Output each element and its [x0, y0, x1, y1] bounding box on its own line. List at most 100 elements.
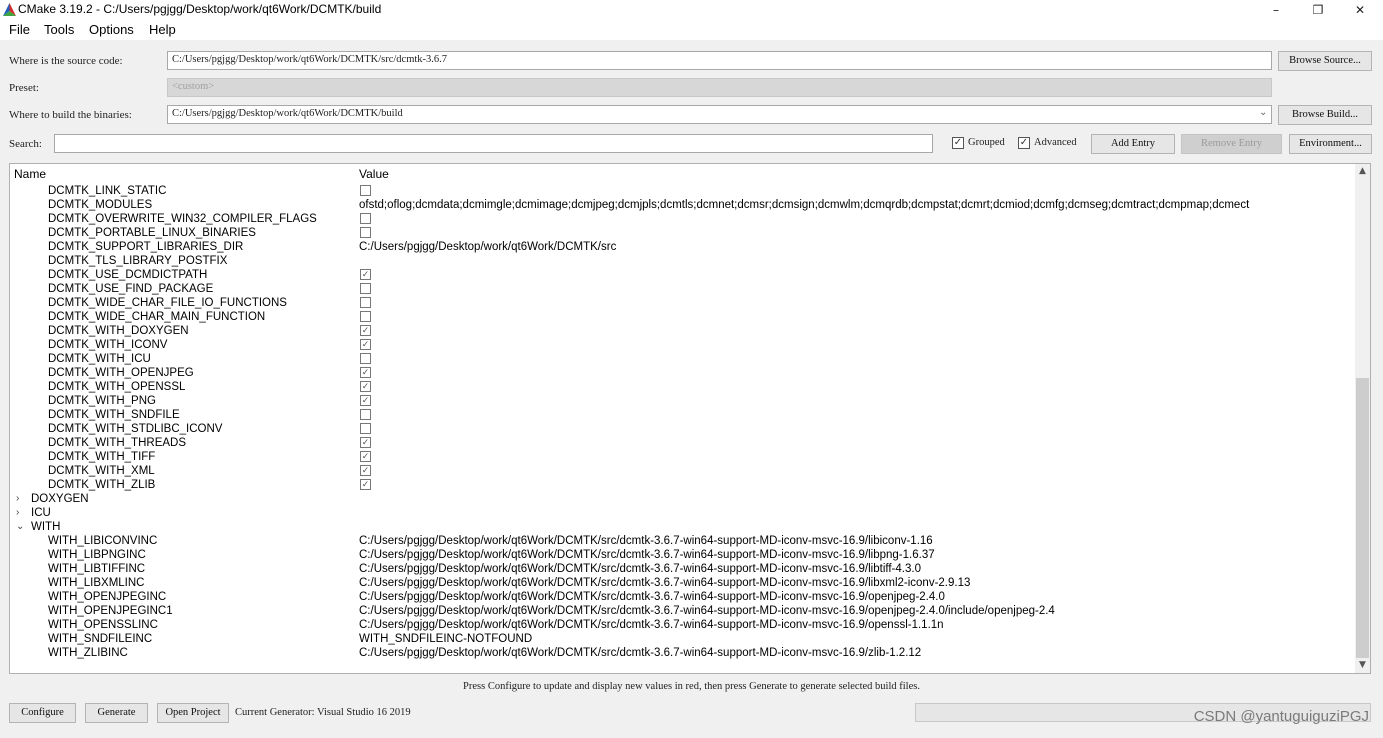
tree-row[interactable]: DCMTK_LINK_STATIC — [10, 184, 1356, 198]
menu-file[interactable]: File — [9, 22, 30, 37]
restore-button[interactable]: ❐ — [1298, 0, 1338, 20]
entry-checkbox[interactable] — [360, 283, 371, 294]
entry-value[interactable]: C:/Users/pgjgg/Desktop/work/qt6Work/DCMT… — [359, 562, 921, 576]
browse-source-button[interactable]: Browse Source... — [1278, 51, 1372, 71]
minimize-button[interactable]: – — [1256, 0, 1296, 20]
entry-value[interactable]: C:/Users/pgjgg/Desktop/work/qt6Work/DCMT… — [359, 548, 935, 562]
tree-group-row[interactable]: › ICU — [10, 506, 1356, 520]
tree-row[interactable]: DCMTK_MODULES ofstd;oflog;dcmdata;dcmimgl… — [10, 198, 1356, 212]
configure-button[interactable]: Configure — [9, 703, 76, 723]
tree-row[interactable]: WITH_OPENSSLINC C:/Users/pgjgg/Desktop/wo… — [10, 618, 1356, 632]
entry-value[interactable]: WITH_SNDFILEINC-NOTFOUND — [359, 632, 532, 646]
entry-checkbox[interactable]: ✓ — [360, 395, 371, 406]
entry-checkbox[interactable]: ✓ — [360, 437, 371, 448]
entry-checkbox[interactable] — [360, 227, 371, 238]
tree-row[interactable]: WITH_LIBICONVINC C:/Users/pgjgg/Desktop/w… — [10, 534, 1356, 548]
entry-name: DCMTK_WITH_OPENSSL — [48, 381, 186, 393]
entry-checkbox[interactable]: ✓ — [360, 381, 371, 392]
tree-row[interactable]: WITH_SNDFILEINC WITH_SNDFILEINC-NOTFOUND — [10, 632, 1356, 646]
entry-value[interactable]: C:/Users/pgjgg/Desktop/work/qt6Work/DCMT… — [359, 240, 616, 254]
tree-row[interactable]: DCMTK_WITH_DOXYGEN ✓ — [10, 324, 1356, 338]
entry-checkbox[interactable]: ✓ — [360, 325, 371, 336]
tree-row[interactable]: DCMTK_WITH_ICU — [10, 352, 1356, 366]
tree-row[interactable]: DCMTK_WIDE_CHAR_FILE_IO_FUNCTIONS — [10, 296, 1356, 310]
tree-row[interactable]: WITH_OPENJPEGINC1 C:/Users/pgjgg/Desktop/… — [10, 604, 1356, 618]
tree-row[interactable]: WITH_OPENJPEGINC C:/Users/pgjgg/Desktop/w… — [10, 590, 1356, 604]
tree-row[interactable]: DCMTK_WITH_SNDFILE — [10, 408, 1356, 422]
remove-entry-button[interactable]: Remove Entry — [1181, 134, 1282, 154]
tree-row[interactable]: WITH_LIBTIFFINC C:/Users/pgjgg/Desktop/wo… — [10, 562, 1356, 576]
entry-checkbox[interactable] — [360, 353, 371, 364]
preset-select[interactable]: <custom> — [167, 78, 1272, 97]
tree-row[interactable]: DCMTK_WITH_ZLIB ✓ — [10, 478, 1356, 492]
column-value-header[interactable]: Value — [359, 167, 389, 181]
tree-row[interactable]: DCMTK_PORTABLE_LINUX_BINARIES — [10, 226, 1356, 240]
scroll-down-icon[interactable]: ▼ — [1355, 658, 1370, 673]
entry-checkbox[interactable]: ✓ — [360, 339, 371, 350]
browse-build-button[interactable]: Browse Build... — [1278, 105, 1372, 125]
source-path-input[interactable]: C:/Users/pgjgg/Desktop/work/qt6Work/DCMT… — [167, 51, 1272, 70]
entry-name: ICU — [31, 507, 51, 519]
tree-row[interactable]: WITH_LIBXMLINC C:/Users/pgjgg/Desktop/wor… — [10, 576, 1356, 590]
tree-row[interactable]: DCMTK_WITH_OPENJPEG ✓ — [10, 366, 1356, 380]
build-label: Where to build the binaries: — [9, 109, 132, 121]
scroll-thumb[interactable] — [1356, 378, 1369, 658]
entry-checkbox[interactable] — [360, 311, 371, 322]
column-name-header[interactable]: Name — [14, 167, 46, 181]
close-button[interactable]: ✕ — [1340, 0, 1380, 20]
tree-row[interactable]: DCMTK_WITH_THREADS ✓ — [10, 436, 1356, 450]
grouped-checkbox[interactable]: ✓ — [952, 137, 964, 149]
vertical-scrollbar[interactable]: ▲ ▼ — [1355, 164, 1370, 673]
open-project-button[interactable]: Open Project — [157, 703, 229, 723]
entry-value[interactable]: C:/Users/pgjgg/Desktop/work/qt6Work/DCMT… — [359, 646, 921, 660]
entry-value[interactable]: C:/Users/pgjgg/Desktop/work/qt6Work/DCMT… — [359, 590, 945, 604]
tree-row[interactable]: WITH_ZLIBINC C:/Users/pgjgg/Desktop/work/… — [10, 646, 1356, 660]
tree-header: Name Value — [10, 164, 1356, 184]
tree-row[interactable]: DCMTK_WITH_OPENSSL ✓ — [10, 380, 1356, 394]
entry-checkbox[interactable] — [360, 423, 371, 434]
entry-value[interactable]: C:/Users/pgjgg/Desktop/work/qt6Work/DCMT… — [359, 534, 933, 548]
advanced-checkbox[interactable]: ✓ — [1018, 137, 1030, 149]
environment-button[interactable]: Environment... — [1289, 134, 1372, 154]
tree-row[interactable]: DCMTK_WITH_ICONV ✓ — [10, 338, 1356, 352]
build-path-input[interactable]: C:/Users/pgjgg/Desktop/work/qt6Work/DCMT… — [167, 105, 1272, 124]
tree-row[interactable]: DCMTK_SUPPORT_LIBRARIES_DIR C:/Users/pgjg… — [10, 240, 1356, 254]
tree-row[interactable]: DCMTK_WITH_TIFF ✓ — [10, 450, 1356, 464]
tree-row[interactable]: DCMTK_TLS_LIBRARY_POSTFIX — [10, 254, 1356, 268]
entry-checkbox[interactable]: ✓ — [360, 465, 371, 476]
tree-row[interactable]: DCMTK_USE_DCMDICTPATH ✓ — [10, 268, 1356, 282]
menu-help[interactable]: Help — [149, 22, 176, 37]
search-input[interactable] — [54, 134, 933, 153]
entry-checkbox[interactable]: ✓ — [360, 367, 371, 378]
cache-tree[interactable]: Name Value DCMTK_LINK_STATIC DCMTK_MODULE… — [9, 163, 1371, 674]
tree-row[interactable]: DCMTK_WIDE_CHAR_MAIN_FUNCTION — [10, 310, 1356, 324]
tree-group-row[interactable]: › DOXYGEN — [10, 492, 1356, 506]
entry-checkbox[interactable] — [360, 213, 371, 224]
entry-checkbox[interactable]: ✓ — [360, 269, 371, 280]
tree-row[interactable]: DCMTK_WITH_XML ✓ — [10, 464, 1356, 478]
build-dropdown-icon[interactable]: ⌄ — [1259, 107, 1267, 118]
menu-tools[interactable]: Tools — [44, 22, 74, 37]
tree-row[interactable]: DCMTK_WITH_STDLIBC_ICONV — [10, 422, 1356, 436]
menu-options[interactable]: Options — [89, 22, 134, 37]
scroll-up-icon[interactable]: ▲ — [1355, 164, 1370, 179]
tree-row[interactable]: DCMTK_OVERWRITE_WIN32_COMPILER_FLAGS — [10, 212, 1356, 226]
add-entry-button[interactable]: Add Entry — [1091, 134, 1175, 154]
entry-value[interactable]: ofstd;oflog;dcmdata;dcmimgle;dcmimage;dc… — [359, 198, 1249, 212]
entry-checkbox[interactable] — [360, 297, 371, 308]
entry-checkbox[interactable] — [360, 185, 371, 196]
tree-row[interactable]: DCMTK_WITH_PNG ✓ — [10, 394, 1356, 408]
entry-value[interactable]: C:/Users/pgjgg/Desktop/work/qt6Work/DCMT… — [359, 604, 1055, 618]
entry-value[interactable]: C:/Users/pgjgg/Desktop/work/qt6Work/DCMT… — [359, 576, 970, 590]
expand-right-icon[interactable]: › — [16, 506, 19, 520]
tree-row[interactable]: WITH_LIBPNGINC C:/Users/pgjgg/Desktop/wor… — [10, 548, 1356, 562]
expand-right-icon[interactable]: › — [16, 492, 19, 506]
entry-checkbox[interactable]: ✓ — [360, 479, 371, 490]
generate-button[interactable]: Generate — [85, 703, 148, 723]
entry-checkbox[interactable] — [360, 409, 371, 420]
tree-group-row[interactable]: ⌄ WITH — [10, 520, 1356, 534]
tree-row[interactable]: DCMTK_USE_FIND_PACKAGE — [10, 282, 1356, 296]
expand-down-icon[interactable]: ⌄ — [16, 520, 24, 534]
entry-checkbox[interactable]: ✓ — [360, 451, 371, 462]
entry-value[interactable]: C:/Users/pgjgg/Desktop/work/qt6Work/DCMT… — [359, 618, 944, 632]
